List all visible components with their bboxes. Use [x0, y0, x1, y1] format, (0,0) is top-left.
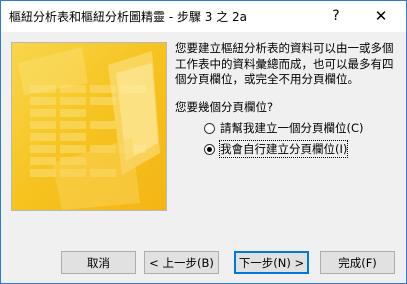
back-button[interactable]: < 上一步(B): [144, 251, 219, 274]
cancel-button[interactable]: 取消: [61, 251, 136, 274]
finish-button[interactable]: 完成(F): [320, 251, 395, 274]
instructions-text: 您要建立樞紐分析表的資料可以由一或多個工作表中的資料彙總而成，也可以最多有四個分…: [175, 41, 394, 86]
window-title: 樞紐分析表和樞紐分析圖精靈 - 步驟 3 之 2a: [9, 10, 248, 24]
wizard-illustration: [11, 42, 167, 211]
radio-icon[interactable]: [204, 122, 215, 134]
radio-label: 我會自行建立分頁欄位(I): [218, 140, 349, 158]
next-button[interactable]: 下一步(N) >: [234, 251, 309, 274]
help-icon[interactable]: ?: [324, 5, 348, 27]
radio-selected-icon[interactable]: [204, 143, 215, 155]
title-bar[interactable]: 樞紐分析表和樞紐分析圖精靈 - 步驟 3 之 2a ? ✕: [1, 1, 406, 32]
dialog-body: 您要建立樞紐分析表的資料可以由一或多個工作表中的資料彙總而成，也可以最多有四個分…: [1, 32, 406, 283]
radio-create-one-page-field[interactable]: 請幫我建立一個分頁欄位(C): [204, 119, 364, 137]
radio-label: 請幫我建立一個分頁欄位(C): [220, 121, 364, 135]
wizard-dialog: 樞紐分析表和樞紐分析圖精靈 - 步驟 3 之 2a ? ✕ 您要建立樞紐分析表的…: [0, 0, 407, 284]
radio-create-own-page-fields[interactable]: 我會自行建立分頁欄位(I): [204, 140, 349, 158]
spreadsheet-illustration-icon: [12, 43, 166, 210]
question-label: 您要幾個分頁欄位?: [175, 100, 274, 114]
close-icon[interactable]: ✕: [366, 5, 396, 27]
